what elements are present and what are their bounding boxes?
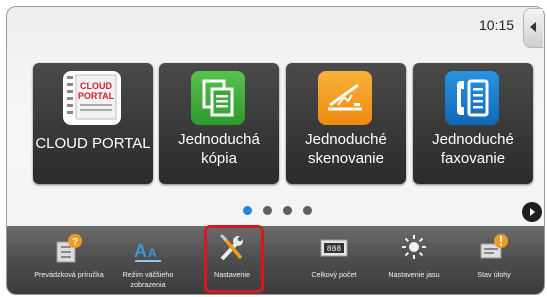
action-label: Nastavenie jasu [388, 270, 440, 279]
highlight-frame [204, 225, 264, 293]
action-label: Režim väčšieho zobrazenia [122, 270, 174, 289]
copy-icon [191, 71, 245, 125]
action-label: Stav úlohy [477, 270, 511, 279]
clock: 10:15 [479, 17, 515, 33]
home-screen: 10:15 CLOUD PORTAL CLOUD PORTAL Jednoduc… [6, 6, 545, 295]
app-label: Jednoduché skenovanie [305, 131, 387, 167]
scan-icon [318, 71, 372, 125]
text-zoom-icon: A A [134, 241, 161, 262]
counter-icon: 888 [320, 239, 348, 257]
app-label: Jednoduché faxovanie [432, 131, 514, 167]
total-count-button[interactable]: 888 Celkový počet [296, 226, 372, 294]
svg-text:A: A [148, 246, 157, 260]
chevron-left-icon [530, 22, 536, 32]
operation-guide-button[interactable]: ? Prevádzková príručka [31, 226, 107, 294]
action-bar: ? Prevádzková príručka A A Režim väčšieh… [7, 226, 544, 294]
app-tile-simple-scan[interactable]: Jednoduché skenovanie [286, 63, 406, 184]
cloud-logo-line2: PORTAL [78, 91, 115, 101]
svg-text:888: 888 [327, 245, 342, 254]
app-tile-simple-copy[interactable]: Jednoduchá kópia [159, 63, 279, 184]
svg-text:A: A [134, 241, 147, 261]
brightness-icon [402, 235, 426, 259]
svg-text:?: ? [72, 237, 78, 248]
next-page-button[interactable] [522, 202, 542, 222]
app-label: Jednoduchá kópia [178, 131, 260, 167]
cloud-portal-icon: CLOUD PORTAL [63, 71, 121, 125]
cloud-logo-line1: CLOUD [80, 81, 112, 91]
job-status-icon [480, 234, 508, 259]
page-dot[interactable] [303, 206, 312, 215]
brightness-button[interactable]: Nastavenie jasu [376, 226, 452, 294]
page-dot[interactable] [263, 206, 272, 215]
book-question-icon: ? [56, 234, 82, 263]
play-right-icon [530, 208, 535, 216]
page-dot[interactable] [283, 206, 292, 215]
action-label: Prevádzková príručka [34, 270, 104, 279]
fax-icon [445, 71, 499, 125]
job-status-button[interactable]: Stav úlohy [456, 226, 532, 294]
large-display-mode-button[interactable]: A A Režim väčšieho zobrazenia [110, 226, 186, 294]
app-label: CLOUD PORTAL [35, 135, 151, 152]
app-tile-cloud-portal[interactable]: CLOUD PORTAL CLOUD PORTAL [33, 63, 153, 184]
app-tile-simple-fax[interactable]: Jednoduché faxovanie [413, 63, 533, 184]
page-dot[interactable] [243, 206, 252, 215]
action-label: Celkový počet [311, 270, 357, 279]
side-panel-toggle[interactable] [523, 8, 543, 48]
